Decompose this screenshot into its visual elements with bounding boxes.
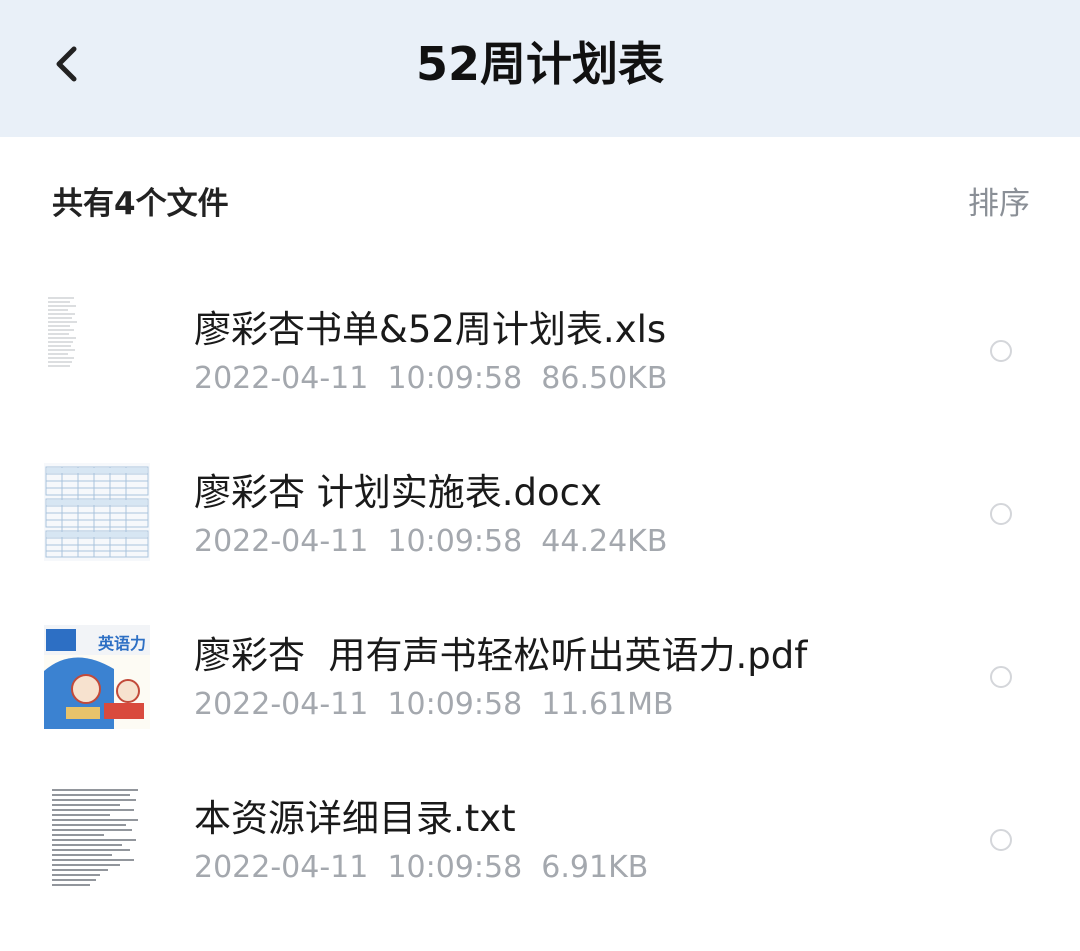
file-time: 10:09:58 — [387, 524, 523, 559]
file-time: 10:09:58 — [387, 361, 523, 396]
file-size: 11.61MB — [541, 687, 674, 722]
select-radio[interactable] — [990, 503, 1012, 525]
file-time: 10:09:58 — [387, 687, 523, 722]
spreadsheet-thumbnail-icon — [48, 295, 88, 375]
file-count-label: 共有4个文件 — [52, 186, 229, 222]
file-list-item[interactable]: 廖彩杏书单&52周计划表.xls 2022-04-11 10:09:58 86.… — [0, 270, 1080, 433]
select-radio[interactable] — [990, 829, 1012, 851]
top-bar: 52周计划表 — [0, 0, 1080, 137]
file-list-screen: 52周计划表 共有4个文件 排序 廖彩杏书单&52周计划表.xls 2022-0… — [0, 0, 1080, 951]
file-date: 2022-04-11 — [194, 687, 369, 722]
file-size: 6.91KB — [541, 850, 649, 885]
cover-title-text: 英语力 — [97, 634, 146, 653]
file-list-item[interactable]: 廖彩杏 计划实施表.docx 2022-04-11 10:09:58 44.24… — [0, 433, 1080, 596]
file-meta: 2022-04-11 10:09:58 86.50KB — [194, 359, 667, 399]
file-size: 86.50KB — [541, 361, 668, 396]
book-cover-thumbnail-icon: 英语力 — [44, 625, 150, 729]
file-list-item[interactable]: 本资源详细目录.txt 2022-04-11 10:09:58 6.91KB — [0, 759, 1080, 922]
file-name: 廖彩杏书单&52周计划表.xls — [194, 308, 667, 351]
sort-button[interactable]: 排序 — [968, 184, 1030, 224]
file-size: 44.24KB — [541, 524, 668, 559]
file-name: 廖彩杏 用有声书轻松听出英语力.pdf — [194, 634, 808, 677]
file-date: 2022-04-11 — [194, 361, 369, 396]
document-table-thumbnail-icon — [44, 463, 150, 561]
select-radio[interactable] — [990, 666, 1012, 688]
select-radio[interactable] — [990, 340, 1012, 362]
file-name: 本资源详细目录.txt — [194, 797, 516, 840]
file-name: 廖彩杏 计划实施表.docx — [194, 471, 602, 514]
file-date: 2022-04-11 — [194, 850, 369, 885]
file-meta: 2022-04-11 10:09:58 6.91KB — [194, 848, 648, 888]
file-meta: 2022-04-11 10:09:58 44.24KB — [194, 522, 667, 562]
file-meta: 2022-04-11 10:09:58 11.61MB — [194, 685, 674, 725]
page-title: 52周计划表 — [415, 37, 664, 91]
file-date: 2022-04-11 — [194, 524, 369, 559]
text-file-thumbnail-icon — [50, 787, 142, 893]
file-time: 10:09:58 — [387, 850, 523, 885]
file-list-item[interactable]: 英语力 廖彩杏 用有声书轻松听出英语力.pdf 2022-04-11 10:09… — [0, 596, 1080, 759]
